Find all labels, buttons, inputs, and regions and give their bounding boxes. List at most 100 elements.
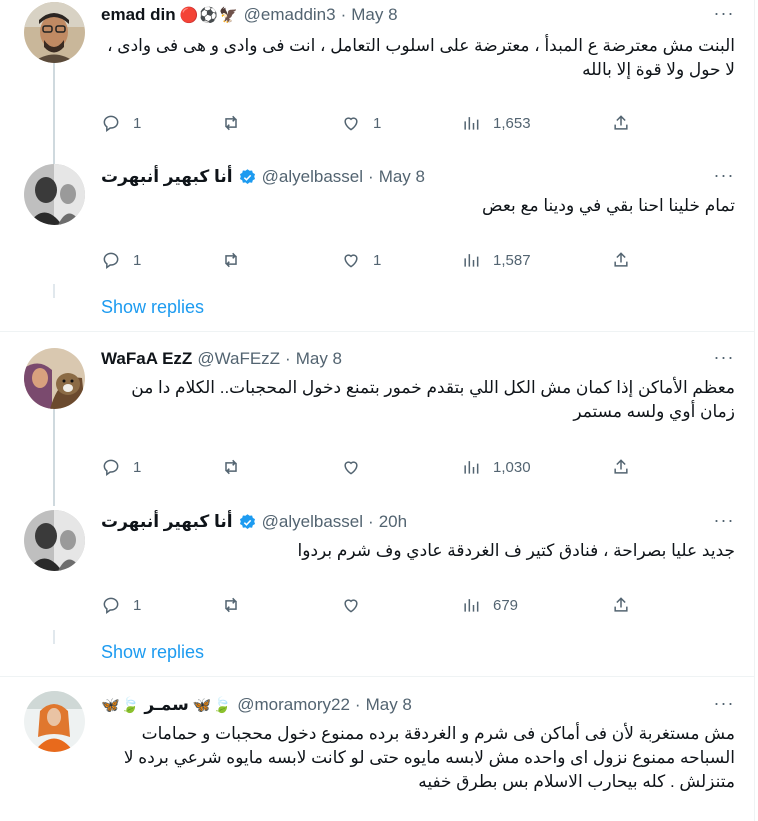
action-bar: 1 679 — [101, 593, 641, 617]
repost-icon — [225, 252, 237, 268]
views-button[interactable]: 1,030 — [461, 457, 611, 477]
separator-dot: · — [368, 167, 374, 186]
share-button[interactable] — [611, 595, 631, 615]
share-icon — [614, 115, 628, 130]
views-icon — [464, 117, 479, 130]
timestamp[interactable]: May 8 — [351, 5, 397, 25]
share-button[interactable] — [611, 250, 631, 270]
like-button[interactable] — [341, 595, 461, 615]
show-replies-link[interactable]: Show replies — [101, 642, 204, 663]
tweet-header: أنا كبهير أنبهرت @alyelbassel · May 8 — [101, 165, 735, 189]
reply-button[interactable]: 1 — [101, 595, 221, 615]
tweet-moramory22[interactable]: 🦋🍃 سمـر 🦋🍃 @moramory22 · May 8 ··· مش مس… — [0, 677, 755, 821]
like-icon — [344, 254, 358, 268]
like-count: 1 — [373, 114, 382, 132]
more-icon[interactable]: ··· — [713, 511, 735, 537]
share-button[interactable] — [611, 113, 631, 133]
timestamp[interactable]: May 8 — [366, 695, 412, 715]
thread-line — [53, 409, 55, 506]
handle[interactable]: @WaFEzZ — [197, 349, 280, 369]
handle[interactable]: @emaddin3 — [244, 5, 336, 25]
views-button[interactable]: 1,653 — [461, 113, 611, 133]
display-name[interactable]: سمـر — [144, 695, 189, 715]
tweet-text: تمام خلينا احنا بقي في ودينا مع بعض — [482, 196, 735, 215]
views-count: 1,030 — [493, 458, 531, 476]
like-button[interactable]: 1 — [341, 250, 461, 270]
reply-button[interactable]: 1 — [101, 113, 221, 133]
avatar[interactable] — [24, 164, 85, 225]
views-count: 1,653 — [493, 114, 531, 132]
tweet-header: أنا كبهير أنبهرت @alyelbassel · 20h — [101, 510, 735, 534]
verified-badge-icon — [239, 168, 255, 184]
tweet-emaddin3[interactable]: emad din 🔴⚽🦅 @emaddin3 · May 8 ··· البنت… — [0, 0, 755, 164]
handle[interactable]: @moramory22 — [237, 695, 350, 715]
reply-button[interactable]: 1 — [101, 250, 221, 270]
tweet-text: البنت مش معترضة ع المبدأ ، معترضة على اس… — [107, 36, 735, 79]
action-bar: 1 1 1,587 — [101, 248, 641, 272]
thread-line-faded — [53, 630, 55, 644]
repost-button[interactable] — [221, 250, 341, 270]
separator-dot: · — [340, 5, 347, 24]
avatar[interactable] — [24, 510, 85, 571]
more-icon[interactable]: ··· — [713, 4, 735, 30]
repost-button[interactable] — [221, 595, 341, 615]
name-emoji: 🔴⚽🦅 — [179, 7, 239, 24]
avatar[interactable] — [24, 348, 85, 409]
reply-feed: emad din 🔴⚽🦅 @emaddin3 · May 8 ··· البنت… — [0, 0, 755, 821]
views-icon — [464, 254, 479, 267]
tweet-wafezz[interactable]: WaFaA EzZ @WaFEzZ · May 8 ··· معظم الأما… — [0, 332, 755, 506]
repost-icon — [225, 459, 237, 475]
handle[interactable]: @alyelbassel — [262, 512, 363, 532]
avatar[interactable] — [24, 2, 85, 63]
like-icon — [344, 599, 358, 613]
like-button[interactable]: 1 — [341, 113, 461, 133]
display-name[interactable]: emad din — [101, 5, 176, 25]
show-replies-link[interactable]: Show replies — [101, 297, 204, 318]
share-icon — [614, 252, 628, 267]
display-name[interactable]: WaFaA EzZ — [101, 349, 192, 369]
display-name[interactable]: أنا كبهير أنبهرت — [101, 167, 233, 187]
tweet-alyelbassel-1[interactable]: أنا كبهير أنبهرت @alyelbassel · May 8 ··… — [0, 164, 755, 332]
tweet-header: WaFaA EzZ @WaFEzZ · May 8 — [101, 347, 735, 371]
more-icon[interactable]: ··· — [713, 348, 735, 374]
display-name[interactable]: أنا كبهير أنبهرت — [101, 512, 233, 532]
tweet-header: 🦋🍃 سمـر 🦋🍃 @moramory22 · May 8 — [101, 693, 735, 717]
timestamp[interactable]: May 8 — [296, 349, 342, 369]
like-button[interactable] — [341, 457, 461, 477]
reply-icon — [103, 459, 119, 476]
timestamp[interactable]: May 8 — [379, 167, 425, 187]
reply-icon — [103, 115, 119, 132]
verified-badge-icon — [239, 513, 255, 529]
separator-dot: · — [354, 695, 361, 714]
separator-dot: · — [285, 349, 291, 368]
like-icon — [344, 117, 358, 131]
reply-button[interactable]: 1 — [101, 457, 221, 477]
repost-button[interactable] — [221, 457, 341, 477]
thread-line — [53, 62, 55, 164]
timestamp[interactable]: 20h — [379, 512, 407, 532]
views-count: 679 — [493, 596, 519, 614]
tweet-alyelbassel-2[interactable]: أنا كبهير أنبهرت @alyelbassel · 20h ··· … — [0, 506, 755, 676]
like-count: 1 — [373, 251, 382, 269]
reply-count: 1 — [133, 251, 142, 269]
more-icon[interactable]: ··· — [713, 694, 735, 720]
views-button[interactable]: 679 — [461, 595, 611, 615]
name-emoji-left: 🦋🍃 — [101, 697, 141, 714]
views-count: 1,587 — [493, 251, 531, 269]
reply-count: 1 — [133, 596, 142, 614]
avatar[interactable] — [24, 691, 85, 752]
reply-icon — [103, 252, 119, 269]
handle[interactable]: @alyelbassel — [262, 167, 363, 187]
action-bar: 1 1 1,653 — [101, 111, 641, 135]
share-icon — [614, 459, 628, 474]
tweet-text: مش مستغربة لأن فى أماكن فى شرم و الغردقة… — [123, 724, 735, 791]
views-button[interactable]: 1,587 — [461, 250, 611, 270]
share-button[interactable] — [611, 457, 631, 477]
tweet-text: معظم الأماكن إذا كمان مش الكل اللي بتقدم… — [131, 378, 735, 421]
repost-icon — [225, 115, 237, 131]
more-icon[interactable]: ··· — [713, 166, 735, 192]
tweet-header: emad din 🔴⚽🦅 @emaddin3 · May 8 — [101, 3, 735, 27]
repost-button[interactable] — [221, 113, 341, 133]
thread-line-faded — [53, 284, 55, 298]
separator-dot: · — [368, 512, 374, 531]
